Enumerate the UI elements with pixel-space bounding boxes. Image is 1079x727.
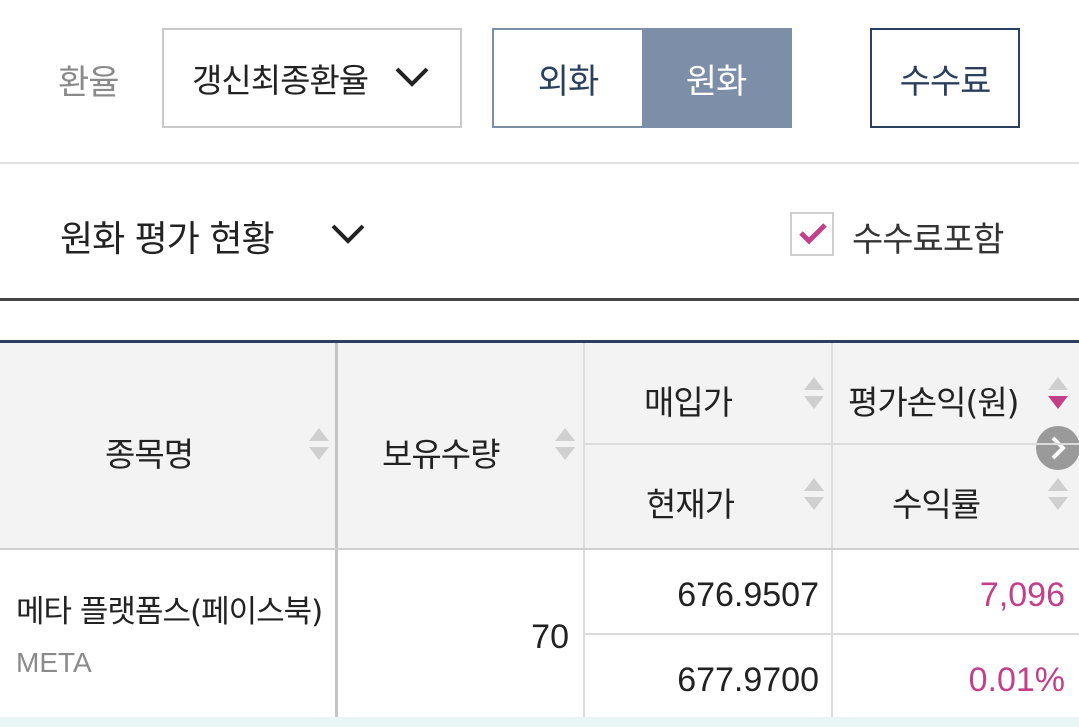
- row-divider: [0, 548, 1079, 550]
- sort-desc-icon[interactable]: [1047, 376, 1069, 410]
- sort-icon[interactable]: [803, 477, 825, 511]
- divider: [0, 162, 1079, 164]
- return-rate: 0.01%: [968, 661, 1065, 699]
- chevron-right-icon: [1051, 436, 1066, 460]
- current-price: 677.9700: [677, 661, 819, 699]
- column-divider: [335, 343, 338, 727]
- column-divider: [583, 343, 585, 727]
- header-name[interactable]: 종목명: [105, 428, 194, 476]
- row-divider: [583, 443, 1079, 445]
- row-divider: [583, 633, 1079, 635]
- header-return-rate[interactable]: 수익률: [892, 478, 981, 526]
- profit-loss: 7,096: [979, 576, 1065, 614]
- header-quantity[interactable]: 보유수량: [382, 428, 500, 476]
- foreign-currency-tab[interactable]: 외화: [494, 30, 642, 126]
- valuation-section-title[interactable]: 원화 평가 현황: [60, 210, 275, 262]
- fee-include-label[interactable]: 수수료포함: [852, 212, 1004, 261]
- stock-name[interactable]: 메타 플랫폼스(페이스북): [16, 586, 323, 631]
- checkmark-icon: [799, 223, 827, 245]
- sort-icon[interactable]: [308, 427, 330, 461]
- holding-quantity: 70: [531, 618, 569, 656]
- fee-include-checkbox[interactable]: [790, 212, 834, 256]
- exchange-rate-label: 환율: [58, 63, 120, 103]
- chevron-down-icon[interactable]: [330, 222, 366, 246]
- exchange-rate-dropdown[interactable]: 갱신최종환율: [162, 28, 462, 128]
- stock-ticker: META: [16, 647, 92, 678]
- next-row-highlight: [0, 717, 1079, 727]
- sort-icon[interactable]: [1047, 477, 1069, 511]
- header-pnl[interactable]: 평가손익(원): [848, 376, 1020, 424]
- krw-currency-tab[interactable]: 원화: [642, 30, 790, 126]
- chevron-down-icon: [395, 67, 429, 87]
- header-buy-price[interactable]: 매입가: [644, 376, 733, 424]
- sort-icon[interactable]: [803, 376, 825, 410]
- buy-price: 676.9507: [677, 576, 819, 614]
- header-current-price[interactable]: 현재가: [646, 478, 735, 526]
- currency-toggle: 외화 원화: [492, 28, 792, 128]
- sort-icon[interactable]: [554, 427, 576, 461]
- column-divider: [831, 343, 833, 727]
- fee-button[interactable]: 수수료: [870, 28, 1020, 128]
- exchange-rate-dropdown-value: 갱신최종환율: [192, 61, 369, 100]
- divider: [0, 298, 1079, 301]
- scroll-right-button[interactable]: [1036, 426, 1079, 470]
